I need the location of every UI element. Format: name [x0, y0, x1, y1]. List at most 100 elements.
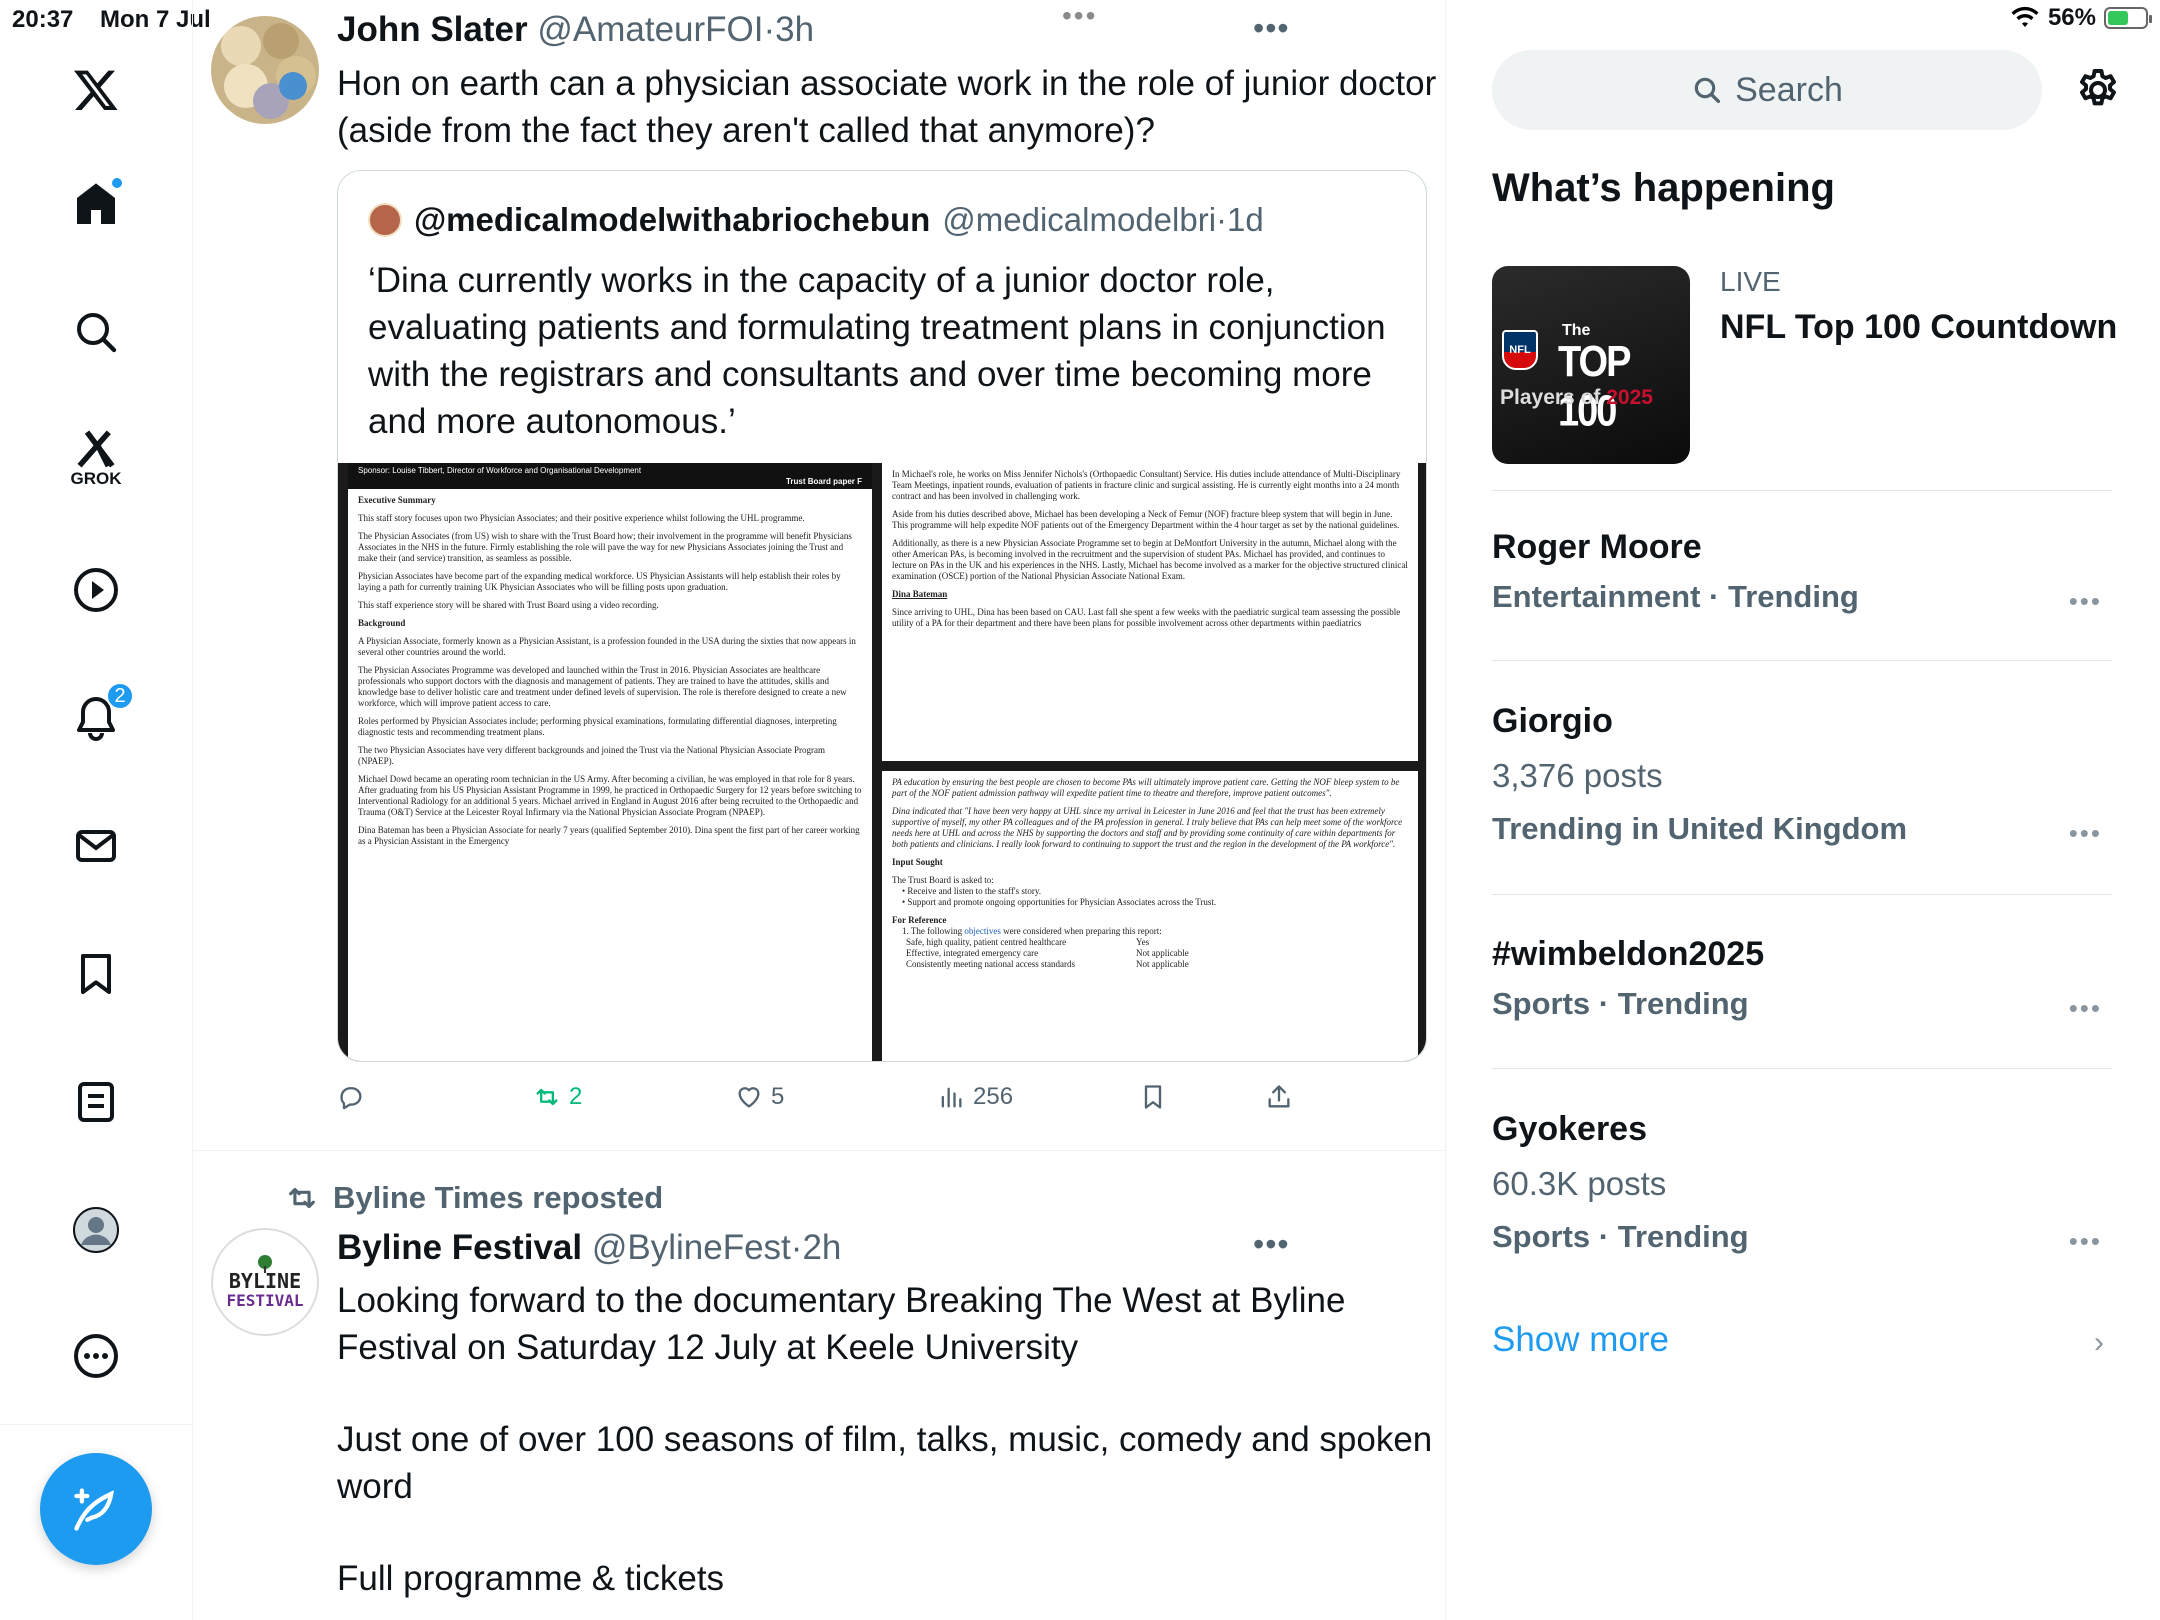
x-logo-icon[interactable]	[56, 50, 136, 130]
featured-trend-title[interactable]: NFL Top 100 Countdown	[1720, 308, 2117, 347]
tweet-more-button[interactable]: •••	[1253, 1226, 1290, 1263]
nfl-top100-thumbnail[interactable]: NFL The TOP 100 Players of 2025	[1492, 266, 1690, 464]
nav-divider	[0, 1424, 193, 1425]
reply-button[interactable]	[337, 1083, 365, 1111]
doc-paragraph: Aside from his duties described above, M…	[892, 509, 1400, 530]
compose-post-button[interactable]	[40, 1453, 152, 1565]
tweet-text: Hon on earth can a physician associate w…	[337, 60, 1436, 154]
repost-button[interactable]: 2	[533, 1083, 582, 1111]
trend-divider	[1492, 1068, 2112, 1069]
trend-more-button[interactable]: •••	[2069, 993, 2102, 1024]
doc-heading: Background	[358, 618, 406, 628]
trend-item[interactable]: Gyokeres 60.3K posts Sports · Trending •…	[1492, 1110, 2112, 1270]
doc-heading: Executive Summary	[358, 495, 436, 505]
share-button[interactable]	[1265, 1083, 1293, 1111]
timeline: John Slater @AmateurFOI·3h ••• Hon on ea…	[193, 0, 1446, 1620]
doc-paragraph: Additionally, as there is a new Physicia…	[892, 538, 1408, 581]
bookmark-icon[interactable]	[56, 934, 136, 1014]
quoted-avatar[interactable]	[368, 203, 402, 237]
settings-gear-icon[interactable]	[2074, 66, 2122, 114]
more-options-icon[interactable]	[56, 1316, 136, 1396]
tweet-header: John Slater @AmateurFOI·3h	[337, 10, 814, 50]
home-unread-dot	[110, 176, 124, 190]
quoted-author-name[interactable]: @medicalmodelwithabriochebun	[414, 201, 930, 239]
lists-icon[interactable]	[56, 1062, 136, 1142]
show-more-link[interactable]: Show more	[1492, 1320, 1669, 1360]
post-time[interactable]: 3h	[775, 10, 814, 49]
tweet-divider	[193, 1150, 1446, 1151]
tweet-text-line: Full programme & tickets	[337, 1559, 725, 1598]
messages-envelope-icon[interactable]	[56, 806, 136, 886]
doc-paragraph: Dina indicated that "I have been very ha…	[892, 806, 1403, 849]
repost-label: Byline Times reposted	[333, 1180, 664, 1215]
avatar-byline-festival[interactable]: BYLINE FESTIVAL	[211, 1228, 319, 1336]
tweet-text-line: (aside from the fact they aren't called …	[337, 111, 1155, 150]
doc-paragraph: 1. The following objectives were conside…	[902, 926, 1162, 936]
tweet-more-button[interactable]: •••	[1253, 10, 1290, 47]
heart-icon	[738, 1087, 760, 1108]
nfl-shield-icon: NFL	[1502, 330, 1538, 370]
document-image-right-bottom[interactable]: PA education by ensuring the best people…	[882, 771, 1418, 1061]
share-icon	[1268, 1085, 1290, 1108]
doc-paragraph: The Physician Associates Programme was d…	[358, 665, 847, 708]
doc-paragraph: The Physician Associates (from US) wish …	[358, 531, 852, 563]
author-name[interactable]: Byline Festival	[337, 1228, 582, 1267]
trend-more-button[interactable]: •••	[2069, 586, 2102, 617]
document-image-right-top[interactable]: In Michael's role, he works on Miss Jenn…	[882, 463, 1418, 761]
tweet-text-line: Hon on earth can a physician associate w…	[337, 64, 1437, 103]
quoted-text-line: and more autonomous.’	[368, 402, 736, 441]
doc-heading: Input Sought	[892, 857, 943, 867]
home-icon[interactable]	[56, 164, 136, 244]
trend-item[interactable]: Roger Moore Entertainment · Trending •••	[1492, 528, 2112, 628]
attached-document-images[interactable]: Sponsor: Louise Tibbert, Director of Wor…	[338, 463, 1426, 1061]
tweet-text-line: Looking forward to the documentary Break…	[337, 1281, 1346, 1320]
doc-sponsor: Sponsor: Louise Tibbert, Director of Wor…	[358, 466, 642, 475]
trend-title: Giorgio	[1492, 702, 1613, 740]
doc-row: Safe, high quality, patient centred heal…	[906, 937, 1150, 947]
doc-paper: Trust Board paper F	[785, 477, 862, 486]
tweet-text-line: Just one of over 100 seasons of film, ta…	[337, 1420, 1433, 1459]
doc-heading: Dina Bateman	[892, 589, 948, 599]
notifications-bell-icon[interactable]: 2	[56, 678, 136, 758]
avatar-john-slater[interactable]	[211, 16, 319, 124]
trend-divider	[1492, 490, 2112, 491]
doc-paragraph: Since arriving to UHL, Dina has been bas…	[892, 607, 1401, 628]
document-image-left[interactable]: Sponsor: Louise Tibbert, Director of Wor…	[348, 463, 872, 1061]
doc-paragraph: PA education by ensuring the best people…	[892, 777, 1400, 798]
like-button[interactable]: 5	[735, 1083, 784, 1111]
grok-icon[interactable]: GROK	[56, 418, 136, 498]
doc-paragraph: Roles performed by Physician Associates …	[358, 716, 837, 737]
search-icon[interactable]	[56, 292, 136, 372]
quoted-tweet-header: @medicalmodelwithabriochebun @medicalmod…	[368, 201, 1264, 239]
author-handle[interactable]: @AmateurFOI	[537, 10, 763, 49]
post-time[interactable]: 2h	[802, 1228, 841, 1267]
like-count: 5	[771, 1083, 785, 1110]
avatar-text: BYLINE	[228, 1268, 302, 1293]
quoted-tweet[interactable]: @medicalmodelwithabriochebun @medicalmod…	[337, 170, 1427, 1062]
whats-happening-title: What’s happening	[1492, 166, 1835, 210]
views-button[interactable]: 256	[937, 1083, 1013, 1111]
left-navigation: GROK 2	[0, 0, 193, 1620]
quoted-author-handle[interactable]: @medicalmodelbri·1d	[942, 201, 1263, 239]
trend-more-button[interactable]: •••	[2069, 818, 2102, 849]
search-input[interactable]: Search	[1492, 50, 2042, 130]
thumb-text: Players of 2025	[1500, 386, 1653, 409]
trend-more-button[interactable]: •••	[2069, 1226, 2102, 1257]
doc-paragraph: The two Physician Associates have very d…	[358, 745, 825, 766]
doc-paragraph: This staff experience story will be shar…	[358, 600, 659, 610]
bookmark-button[interactable]	[1139, 1083, 1167, 1111]
repost-context[interactable]: Byline Times reposted	[285, 1180, 663, 1216]
author-handle[interactable]: @BylineFest	[592, 1228, 791, 1267]
profile-avatar-icon[interactable]	[56, 1190, 136, 1270]
doc-paragraph: In Michael's role, he works on Miss Jenn…	[892, 469, 1401, 501]
author-name[interactable]: John Slater	[337, 10, 528, 49]
trend-meta: Sports · Trending	[1492, 1219, 1749, 1254]
quoted-text-line: evaluating patients and formulating trea…	[368, 308, 1386, 347]
trend-meta: Trending in United Kingdom	[1492, 811, 1908, 846]
tweet-actions: 2 5 256	[337, 1083, 1427, 1123]
trend-item[interactable]: #wimbeldon2025 Sports · Trending •••	[1492, 935, 2112, 1035]
video-play-icon[interactable]	[56, 550, 136, 630]
doc-paragraph: The Trust Board is asked to:	[892, 875, 994, 885]
doc-paragraph: This staff story focuses upon two Physic…	[358, 513, 805, 523]
trend-item[interactable]: Giorgio 3,376 posts Trending in United K…	[1492, 702, 2112, 862]
